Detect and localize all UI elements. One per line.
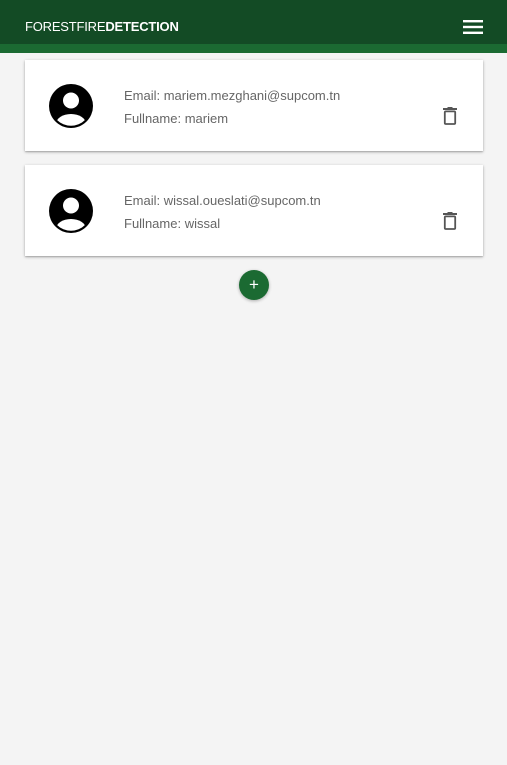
- user-fullname: Fullname: mariem: [124, 111, 229, 126]
- account-circle-icon: [49, 84, 93, 128]
- app-bar: FORESTFIREDETECTION: [0, 0, 507, 53]
- user-email: Email: wissal.oueslati@supcom.tn: [124, 193, 321, 208]
- app-bar-stripe: [0, 44, 507, 53]
- account-circle-icon: [49, 189, 93, 233]
- brand-light-text: FORESTFIRE: [25, 19, 106, 34]
- add-user-button[interactable]: +: [239, 270, 269, 300]
- trash-icon: [443, 212, 457, 230]
- user-info: Email: wissal.oueslati@supcom.tn Fullnam…: [124, 189, 321, 235]
- brand-bold-text: DETECTION: [105, 19, 179, 34]
- user-email: Email: mariem.mezghani@supcom.tn: [124, 88, 341, 103]
- app-brand[interactable]: FORESTFIREDETECTION: [25, 19, 179, 35]
- user-card: Email: wissal.oueslati@supcom.tn Fullnam…: [25, 165, 483, 256]
- menu-button[interactable]: [458, 14, 488, 40]
- hamburger-menu-icon: [463, 20, 483, 34]
- user-info: Email: mariem.mezghani@supcom.tn Fullnam…: [124, 84, 340, 130]
- user-card: Email: mariem.mezghani@supcom.tn Fullnam…: [25, 60, 483, 151]
- delete-user-button[interactable]: [439, 105, 461, 127]
- trash-icon: [443, 107, 457, 125]
- delete-user-button[interactable]: [439, 210, 461, 232]
- plus-icon: +: [249, 275, 259, 294]
- user-fullname: Fullname: wissal: [124, 216, 221, 231]
